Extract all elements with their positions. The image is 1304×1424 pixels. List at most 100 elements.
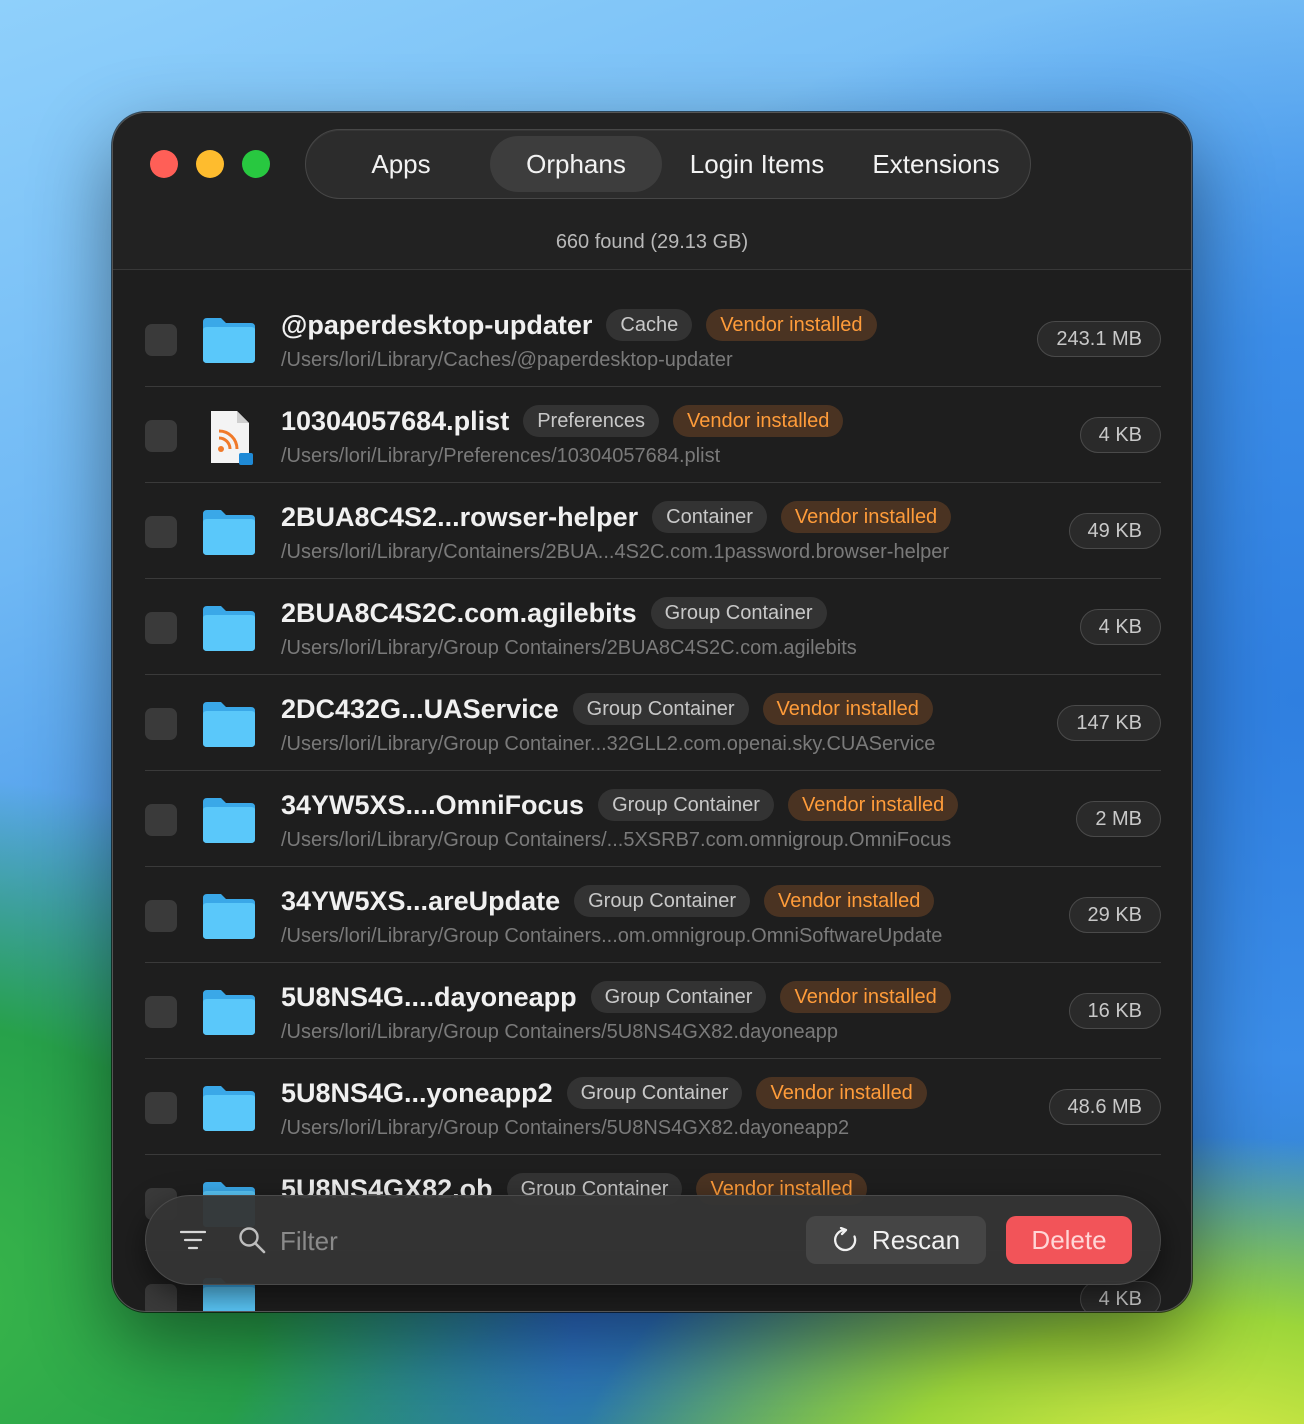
item-name: 2BUA8C4S2C.com.agilebits: [281, 597, 637, 628]
item-title-line: 10304057684.plist Preferences Vendor insta…: [281, 405, 844, 437]
search-icon: [239, 1227, 266, 1254]
vendor-badge: Vendor installed: [673, 405, 844, 437]
kind-badge: Cache: [606, 309, 693, 341]
vendor-badge: Vendor installed: [756, 1077, 927, 1109]
folder-icon: [199, 505, 259, 557]
item-title-line: 2BUA8C4S2C.com.agilebits Group Container: [281, 597, 827, 629]
size-badge: 49 KB: [1068, 513, 1161, 549]
delete-button[interactable]: Delete: [1006, 1216, 1132, 1264]
list-item[interactable]: 2BUA8C4S2C.com.agilebits Group Container /…: [145, 579, 1161, 675]
vendor-badge: Vendor installed: [706, 309, 877, 341]
kind-badge: Group Container: [572, 693, 749, 725]
list-item[interactable]: 2BUA8C4S2...rowser-helper Container Vendor…: [145, 483, 1161, 579]
results-summary: 660 found (29.13 GB): [555, 231, 749, 253]
close-window-button[interactable]: [150, 150, 178, 178]
item-name: 2BUA8C4S2...rowser-helper: [281, 501, 639, 532]
folder-icon: [199, 313, 259, 365]
filter-lines-icon[interactable]: [180, 1229, 206, 1251]
tab-apps[interactable]: Apps: [312, 136, 490, 192]
item-title-line: 5U8NS4G....dayoneapp Group Container Vendo…: [281, 981, 951, 1013]
titlebar: Apps Orphans Login Items Extensions 660 …: [113, 113, 1191, 270]
size-badge: 4 KB: [1079, 417, 1161, 453]
item-name: 5U8NS4G....dayoneapp: [281, 981, 577, 1012]
select-checkbox[interactable]: [145, 1092, 177, 1124]
orphan-list: @paperdesktop-updater Cache Vendor install…: [145, 291, 1161, 1311]
folder-icon: [199, 1081, 259, 1133]
vendor-badge: Vendor installed: [762, 693, 933, 725]
vendor-badge: Vendor installed: [764, 885, 935, 917]
item-title-line: 34YW5XS....OmniFocus Group Container Vendo…: [281, 789, 959, 821]
traffic-lights: [150, 150, 270, 178]
item-title-line: 5U8NS4G...yoneapp2 Group Container Vendor …: [281, 1077, 927, 1109]
tab-extensions[interactable]: Extensions: [852, 136, 1020, 192]
list-item[interactable]: @paperdesktop-updater Cache Vendor install…: [145, 291, 1161, 387]
tab-segmented-control: Apps Orphans Login Items Extensions: [305, 129, 1031, 199]
kind-badge: Group Container: [566, 1077, 743, 1109]
size-badge: 243.1 MB: [1037, 321, 1161, 357]
filter-input[interactable]: [280, 1220, 780, 1262]
item-name: 34YW5XS...areUpdate: [281, 885, 561, 916]
item-title-line: 2DC432G...UAService Group Container Vendor…: [281, 693, 933, 725]
list-item[interactable]: 34YW5XS...areUpdate Group Container Vendor…: [145, 867, 1161, 963]
list-item[interactable]: 10304057684.plist Preferences Vendor insta…: [145, 387, 1161, 483]
item-path: /Users/lori/Library/Group Containers/2BU…: [281, 637, 857, 659]
zoom-window-button[interactable]: [242, 150, 270, 178]
minimize-window-button[interactable]: [196, 150, 224, 178]
bottom-toolbar: Rescan Delete: [145, 1195, 1161, 1285]
plist-file-icon: [199, 409, 259, 465]
item-path: /Users/lori/Library/Group Containers/...…: [281, 829, 952, 851]
item-name: @paperdesktop-updater: [281, 309, 593, 340]
delete-label: Delete: [1031, 1224, 1107, 1255]
item-path: /Users/lori/Library/Group Container...32…: [281, 733, 936, 755]
tab-orphans[interactable]: Orphans: [490, 136, 662, 192]
kind-badge: Container: [652, 501, 767, 533]
kind-badge: Group Container: [598, 789, 774, 821]
item-path: /Users/lori/Library/Containers/2BUA...4S…: [281, 541, 950, 563]
select-checkbox[interactable]: [145, 804, 177, 836]
kind-badge: Group Container: [590, 981, 767, 1013]
folder-icon: [199, 601, 259, 653]
folder-icon: [199, 889, 259, 941]
folder-icon: [199, 697, 259, 749]
item-path: /Users/lori/Library/Group Containers/5U8…: [281, 1021, 838, 1043]
item-name: 2DC432G...UAService: [281, 693, 559, 724]
refresh-icon: [833, 1227, 857, 1252]
vendor-badge: Vendor installed: [780, 501, 952, 533]
tab-login-items[interactable]: Login Items: [662, 136, 852, 192]
size-badge: 48.6 MB: [1048, 1089, 1161, 1125]
item-name: 34YW5XS....OmniFocus: [281, 789, 585, 820]
select-checkbox[interactable]: [145, 420, 177, 452]
size-badge: 147 KB: [1057, 705, 1161, 741]
vendor-badge: Vendor installed: [787, 789, 959, 821]
list-item[interactable]: 2DC432G...UAService Group Container Vendor…: [145, 675, 1161, 771]
select-checkbox[interactable]: [145, 1284, 177, 1311]
select-checkbox[interactable]: [145, 900, 177, 932]
app-window: Apps Orphans Login Items Extensions 660 …: [112, 112, 1192, 1312]
list-item[interactable]: 34YW5XS....OmniFocus Group Container Vendo…: [145, 771, 1161, 867]
select-checkbox[interactable]: [145, 708, 177, 740]
item-path: /Users/lori/Library/Caches/@paperdesktop…: [281, 349, 733, 371]
list-item[interactable]: 5U8NS4G...yoneapp2 Group Container Vendor …: [145, 1059, 1161, 1155]
vendor-badge: Vendor installed: [780, 981, 951, 1013]
kind-badge: Group Container: [574, 885, 750, 917]
select-checkbox[interactable]: [145, 516, 177, 548]
select-checkbox[interactable]: [145, 612, 177, 644]
item-name: 10304057684.plist: [281, 405, 510, 436]
rescan-button[interactable]: Rescan: [806, 1216, 986, 1264]
item-path: /Users/lori/Library/Group Containers/5U8…: [281, 1117, 850, 1139]
item-title-line: 34YW5XS...areUpdate Group Container Vendor…: [281, 885, 935, 917]
rescan-label: Rescan: [871, 1224, 961, 1255]
item-title-line: 2BUA8C4S2...rowser-helper Container Vendor…: [281, 501, 952, 533]
item-title-line: @paperdesktop-updater Cache Vendor install…: [281, 309, 877, 341]
size-badge: 16 KB: [1068, 993, 1161, 1029]
item-name: 5U8NS4G...yoneapp2: [281, 1077, 553, 1108]
select-checkbox[interactable]: [145, 996, 177, 1028]
kind-badge: Group Container: [650, 597, 827, 629]
item-path: /Users/lori/Library/Group Containers...o…: [281, 925, 943, 947]
item-path: /Users/lori/Library/Preferences/10304057…: [281, 445, 721, 467]
folder-icon: [199, 793, 259, 845]
size-badge: 29 KB: [1068, 897, 1161, 933]
list-item[interactable]: 5U8NS4G....dayoneapp Group Container Vendo…: [145, 963, 1161, 1059]
folder-icon: [199, 985, 259, 1037]
select-checkbox[interactable]: [145, 324, 177, 356]
